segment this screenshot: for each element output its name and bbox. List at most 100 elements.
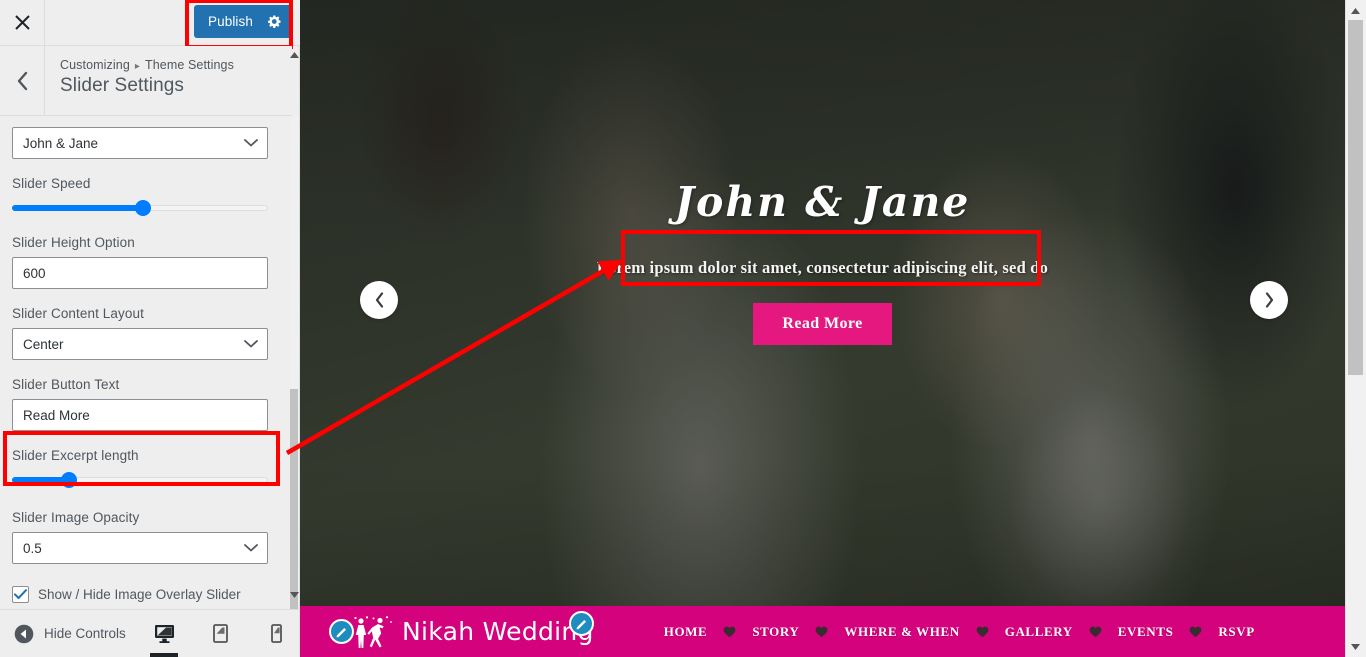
chevron-down-icon — [244, 340, 258, 348]
menu-item-home[interactable]: HOME — [654, 624, 718, 640]
show-hide-overlay-label: Show / Hide Image Overlay Slider — [38, 587, 241, 602]
edit-shortcut-logo[interactable] — [329, 619, 354, 644]
control-show-hide-image-overlay: Show / Hide Image Overlay Slider — [12, 586, 280, 603]
slide-prev-button[interactable] — [360, 281, 398, 319]
panel-titles: Customizing ▸ Theme Settings Slider Settin… — [60, 58, 234, 97]
primary-menu: HOME STORY WHERE & WHEN GALLERY EVENTS R… — [654, 624, 1265, 640]
device-mobile-button[interactable] — [259, 611, 293, 657]
preview-scrollbar-track[interactable] — [1345, 0, 1366, 657]
menu-item-story[interactable]: STORY — [742, 624, 809, 640]
customizer-sidebar: Publish Customizing ▸ Theme Settings Slide… — [0, 0, 300, 657]
heart-icon — [976, 626, 989, 637]
controls-list: John & Jane Slider Speed Slider Height O… — [0, 117, 292, 605]
control-slider-button-text: Slider Button Text Read More — [12, 377, 280, 431]
desktop-icon — [154, 625, 174, 643]
pencil-edit-icon — [336, 627, 346, 637]
caret-down-icon — [289, 592, 299, 598]
caret-up-icon — [1351, 7, 1360, 14]
checkmark-icon — [14, 589, 27, 599]
customizer-header: Publish — [0, 0, 300, 49]
control-slider-post: John & Jane — [12, 127, 280, 159]
hide-controls-label: Hide Controls — [44, 626, 126, 641]
slider-post-select[interactable]: John & Jane — [12, 127, 268, 159]
preview-scrollbar-thumb[interactable] — [1348, 20, 1363, 375]
heart-icon — [1089, 626, 1102, 637]
preview-scroll-up-button[interactable] — [1347, 2, 1364, 19]
slider-image-opacity-value: 0.5 — [23, 540, 42, 556]
sidebar-scroll-up-button[interactable] — [289, 48, 299, 62]
slider-content-layout-select[interactable]: Center — [12, 328, 268, 360]
menu-separator — [1183, 626, 1208, 638]
control-slider-image-opacity: Slider Image Opacity 0.5 — [12, 510, 280, 564]
device-desktop-button[interactable] — [147, 611, 181, 657]
slider-height-label: Slider Height Option — [12, 235, 135, 250]
wedding-couple-icon — [354, 615, 392, 648]
site-brand-name: Nikah Wedding — [402, 617, 594, 646]
show-hide-overlay-checkbox[interactable] — [12, 586, 29, 603]
slider-speed-thumb[interactable] — [135, 200, 151, 216]
tablet-icon — [212, 624, 228, 643]
close-customizer-button[interactable] — [0, 0, 45, 45]
breadcrumb-parent[interactable]: Theme Settings — [145, 58, 234, 72]
chevron-down-icon — [244, 544, 258, 552]
menu-item-gallery[interactable]: GALLERY — [995, 624, 1083, 640]
slider-height-input[interactable]: 600 — [12, 257, 268, 289]
hide-controls-button[interactable]: Hide Controls — [14, 610, 126, 657]
caret-up-icon — [289, 52, 299, 58]
sidebar-footer: Hide Controls — [0, 609, 299, 657]
device-tablet-button[interactable] — [203, 611, 237, 657]
panel-header: Customizing ▸ Theme Settings Slider Settin… — [0, 46, 292, 116]
menu-separator — [809, 626, 834, 638]
chevron-right-icon — [1265, 292, 1273, 308]
preview-scroll-down-button[interactable] — [1347, 638, 1364, 655]
menu-item-events[interactable]: EVENTS — [1108, 624, 1184, 640]
heart-icon — [723, 626, 736, 637]
slider-content-layout-label: Slider Content Layout — [12, 306, 144, 321]
slider-height-value: 600 — [23, 265, 46, 281]
chevron-left-icon — [375, 292, 383, 308]
slider-button-text-label: Slider Button Text — [12, 377, 120, 392]
back-button[interactable] — [0, 46, 45, 115]
publish-area: Publish — [185, 0, 294, 49]
menu-separator — [717, 626, 742, 638]
hero-slide: John & Jane Lorem ipsum dolor sit amet, … — [300, 0, 1345, 657]
publish-button-label: Publish — [208, 14, 253, 29]
mobile-icon — [270, 624, 282, 643]
slider-button-text-input[interactable]: Read More — [12, 399, 268, 431]
menu-item-rsvp[interactable]: RSVP — [1208, 624, 1264, 640]
control-slider-excerpt-length: Slider Excerpt length — [12, 448, 280, 490]
publish-button[interactable]: Publish — [194, 5, 292, 38]
chevron-down-icon — [244, 139, 258, 147]
slider-image-opacity-select[interactable]: 0.5 — [12, 532, 268, 564]
slider-excerpt-length-thumb[interactable] — [61, 472, 77, 488]
sidebar-scroll-down-button[interactable] — [289, 588, 299, 602]
slide-caption: John & Jane Lorem ipsum dolor sit amet, … — [300, 178, 1345, 345]
site-navigation-bar: Nikah Wedding HOME STORY WHERE & WHEN GA… — [300, 606, 1345, 657]
slide-description: Lorem ipsum dolor sit amet, consectetur … — [596, 258, 1049, 277]
slide-next-button[interactable] — [1250, 281, 1288, 319]
menu-separator — [1083, 626, 1108, 638]
device-preview-switcher — [147, 610, 293, 657]
slider-speed-fill — [12, 205, 143, 211]
control-slider-height: Slider Height Option 600 — [12, 235, 280, 289]
breadcrumb: Customizing ▸ Theme Settings — [60, 58, 234, 72]
customizer-screen: Publish Customizing ▸ Theme Settings Slide… — [0, 0, 1366, 657]
slider-button-text-value: Read More — [23, 407, 90, 423]
site-preview: John & Jane Lorem ipsum dolor sit amet, … — [300, 0, 1366, 657]
site-brand[interactable]: Nikah Wedding — [348, 615, 594, 649]
menu-separator — [970, 626, 995, 638]
heart-icon — [816, 626, 828, 637]
slider-content-layout-value: Center — [23, 336, 64, 352]
heart-icon — [1190, 626, 1202, 637]
menu-item-where-and-when[interactable]: WHERE & WHEN — [834, 624, 969, 640]
breadcrumb-root: Customizing — [60, 58, 130, 72]
pencil-edit-icon — [576, 619, 586, 629]
slider-excerpt-length-range[interactable] — [12, 470, 268, 490]
gear-icon — [268, 15, 281, 28]
read-more-button[interactable]: Read More — [753, 303, 892, 345]
control-slider-content-layout: Slider Content Layout Center — [12, 306, 280, 360]
slider-speed-range[interactable] — [12, 198, 268, 218]
sidebar-scrollbar-track[interactable] — [290, 117, 299, 657]
slider-excerpt-length-label: Slider Excerpt length — [12, 448, 139, 463]
edit-shortcut-menu[interactable] — [569, 611, 594, 636]
